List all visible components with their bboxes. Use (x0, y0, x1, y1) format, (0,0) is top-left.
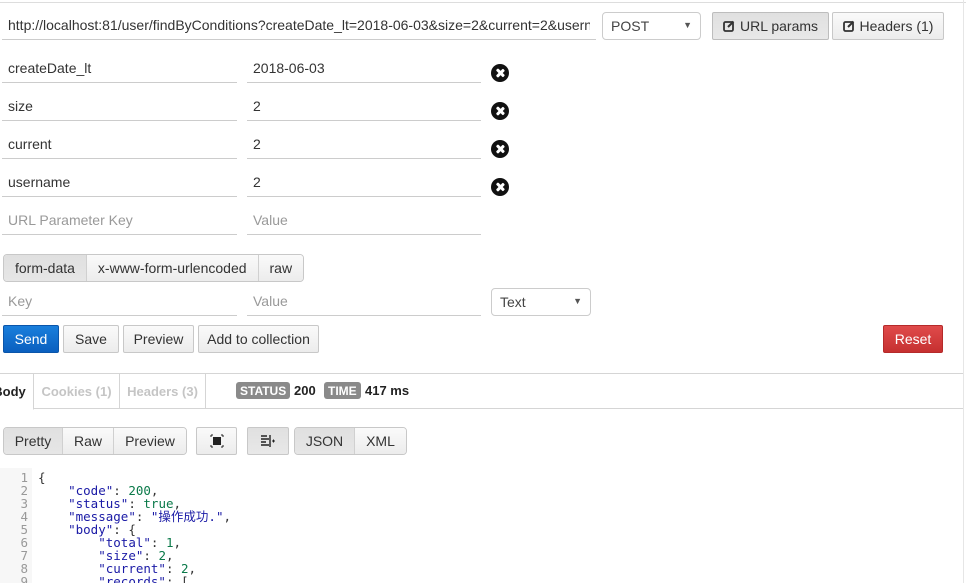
body-type-urlencoded[interactable]: x-www-form-urlencoded (86, 255, 259, 281)
preview-button[interactable]: Preview (123, 325, 194, 353)
tab-cookies[interactable]: Cookies (1) (34, 374, 120, 409)
tab-headers[interactable]: Headers (3) (120, 374, 206, 409)
wrap-lines-icon (261, 435, 275, 447)
method-select[interactable]: POST ▼ (602, 12, 701, 40)
form-type-select[interactable]: Text ▼ (491, 288, 591, 316)
tab-body[interactable]: Body (0, 374, 34, 410)
body-type-raw[interactable]: raw (258, 255, 304, 281)
format-group: JSON XML (294, 427, 407, 455)
code-line: "records": [ (38, 574, 189, 583)
view-pretty[interactable]: Pretty (4, 428, 63, 454)
method-value: POST (611, 18, 650, 34)
headers-button[interactable]: Headers (1) (832, 12, 944, 40)
close-icon[interactable] (491, 102, 509, 120)
param-key-input[interactable] (2, 129, 237, 159)
time-value: 417 ms (365, 383, 410, 398)
fullscreen-button[interactable] (196, 427, 237, 455)
form-type-value: Text (500, 294, 526, 310)
body-type-group: form-data x-www-form-urlencoded raw (3, 254, 305, 282)
json-value: "操作成功." (150, 509, 224, 524)
view-preview[interactable]: Preview (114, 428, 186, 454)
json-value: [ (181, 574, 189, 583)
fullscreen-icon (210, 434, 223, 448)
edit-icon (723, 20, 735, 32)
view-mode-group: Pretty Raw Preview (3, 427, 187, 455)
body-type-form-data[interactable]: form-data (4, 255, 87, 281)
send-button[interactable]: Send (3, 325, 59, 353)
headers-label: Headers (1) (859, 18, 934, 34)
param-key-input[interactable] (2, 53, 237, 83)
wrap-lines-button[interactable] (247, 427, 289, 455)
form-key-input[interactable] (2, 286, 237, 316)
status-badge: STATUS (236, 382, 291, 399)
param-value-input[interactable] (247, 167, 481, 197)
edit-icon (842, 20, 855, 32)
chevron-down-icon: ▼ (683, 20, 692, 30)
json-key: "records" (98, 574, 166, 583)
param-value-input[interactable] (247, 53, 481, 83)
response-body-code: 1{2 "code": 200, 3 "status": true, 4 "mess… (0, 468, 963, 583)
right-border (963, 0, 964, 583)
time-badge: TIME (324, 382, 361, 399)
format-json[interactable]: JSON (295, 428, 355, 454)
url-params-label: URL params (739, 18, 819, 34)
reset-button[interactable]: Reset (883, 325, 943, 353)
new-param-key-input[interactable] (2, 205, 237, 235)
view-raw[interactable]: Raw (63, 428, 114, 454)
form-value-input[interactable] (247, 286, 481, 316)
close-icon[interactable] (491, 178, 509, 196)
top-border (0, 2, 966, 3)
close-icon[interactable] (491, 64, 509, 82)
param-key-input[interactable] (2, 167, 237, 197)
param-value-input[interactable] (247, 91, 481, 121)
param-value-input[interactable] (247, 129, 481, 159)
chevron-down-icon: ▼ (573, 296, 582, 306)
new-param-value-input[interactable] (247, 205, 481, 235)
param-key-input[interactable] (2, 91, 237, 121)
save-button[interactable]: Save (63, 325, 119, 353)
url-input[interactable] (2, 10, 596, 40)
status-value: 200 (294, 383, 316, 398)
url-params-button[interactable]: URL params (712, 12, 829, 40)
close-icon[interactable] (491, 140, 509, 158)
format-xml[interactable]: XML (355, 428, 406, 454)
line-number: 9 (20, 574, 28, 583)
add-to-collection-button[interactable]: Add to collection (198, 325, 319, 353)
